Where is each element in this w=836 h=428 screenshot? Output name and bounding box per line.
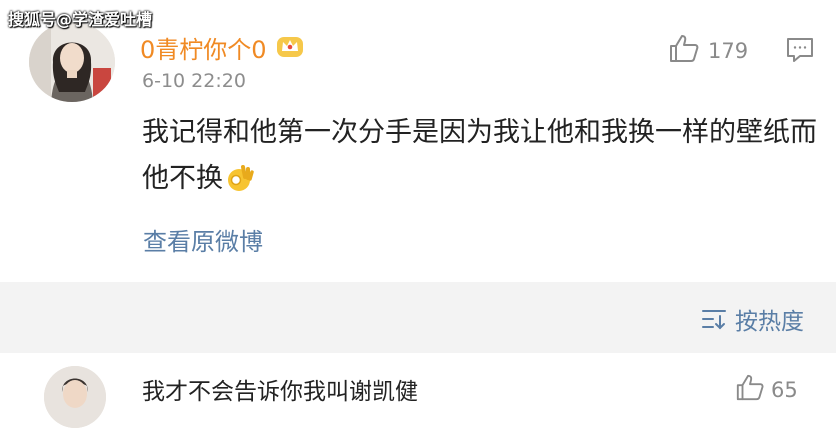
thumbs-up-icon [668, 32, 700, 69]
sort-icon [702, 310, 726, 330]
like-count: 179 [708, 38, 749, 63]
comment-timestamp: 6-10 22:20 [142, 70, 246, 92]
ok-hand-icon [225, 162, 255, 208]
avatar[interactable] [29, 22, 115, 102]
reply-text: 我才不会告诉你我叫谢凯健 [142, 379, 418, 405]
view-original-link[interactable]: 查看原微博 [143, 222, 263, 257]
sort-label: 按热度 [735, 309, 804, 335]
like-button[interactable]: 179 [668, 32, 748, 69]
vip-crown-icon [275, 33, 305, 63]
avatar-photo [29, 22, 115, 102]
sort-by-heat-button[interactable]: 按热度 [701, 302, 804, 336]
comment-body: 我记得和他第一次分手是因为我让他和我换一样的壁纸而他不换 [142, 110, 822, 208]
username-link[interactable]: 0青柠你个0 [140, 30, 267, 65]
username-row: 0青柠你个0 [140, 30, 305, 65]
reply-avatar[interactable] [44, 366, 106, 428]
reply-like-count: 65 [771, 377, 798, 402]
reply-like-button[interactable]: 65 [735, 372, 798, 407]
reply-avatar-photo [44, 366, 106, 428]
comment-icon[interactable] [785, 36, 815, 68]
watermark-text: 搜狐号@学渣爱吐槽 [8, 10, 153, 29]
thumbs-up-icon [735, 372, 765, 407]
